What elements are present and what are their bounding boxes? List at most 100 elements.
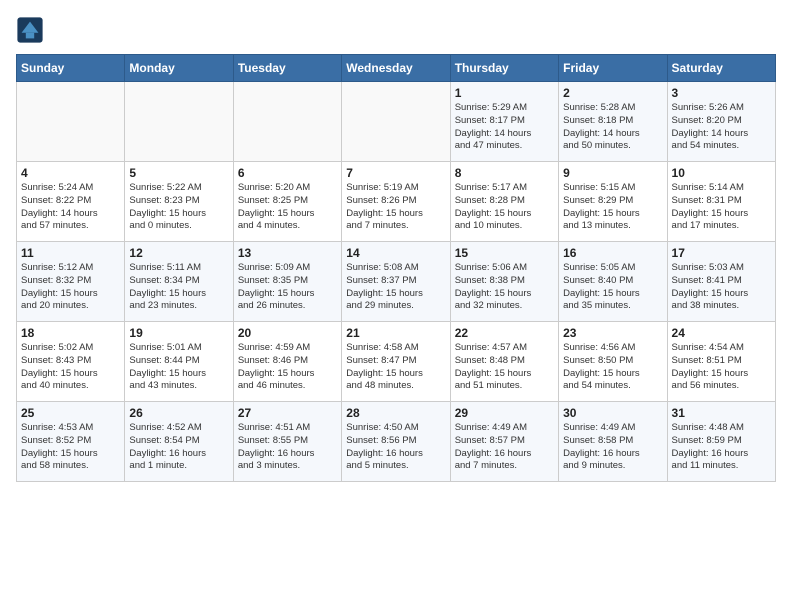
day-info: Sunrise: 5:11 AM Sunset: 8:34 PM Dayligh…	[129, 262, 228, 313]
weekday-header: Wednesday	[342, 55, 450, 82]
day-info: Sunrise: 5:19 AM Sunset: 8:26 PM Dayligh…	[346, 182, 445, 233]
day-info: Sunrise: 5:20 AM Sunset: 8:25 PM Dayligh…	[238, 182, 337, 233]
calendar-week: 25 Sunrise: 4:53 AM Sunset: 8:52 PM Dayli…	[17, 402, 776, 482]
calendar-cell: 28 Sunrise: 4:50 AM Sunset: 8:56 PM Dayli…	[342, 402, 450, 482]
day-number: 5	[129, 166, 228, 180]
day-info: Sunrise: 4:57 AM Sunset: 8:48 PM Dayligh…	[455, 342, 554, 393]
calendar-table: SundayMondayTuesdayWednesdayThursdayFrid…	[16, 54, 776, 482]
calendar-cell: 27Sunrise: 4:51 AM Sunset: 8:55 PM Dayli…	[233, 402, 341, 482]
day-info: Sunrise: 4:59 AM Sunset: 8:46 PM Dayligh…	[238, 342, 337, 393]
day-info: Sunrise: 5:08 AM Sunset: 8:37 PM Dayligh…	[346, 262, 445, 313]
day-number: 12	[129, 246, 228, 260]
calendar-cell	[125, 82, 233, 162]
weekday-header: Thursday	[450, 55, 558, 82]
day-info: Sunrise: 5:14 AM Sunset: 8:31 PM Dayligh…	[672, 182, 771, 233]
calendar-cell	[233, 82, 341, 162]
calendar-cell: 29 Sunrise: 4:49 AM Sunset: 8:57 PM Dayli…	[450, 402, 558, 482]
day-info: Sunrise: 5:01 AM Sunset: 8:44 PM Dayligh…	[129, 342, 228, 393]
day-number: 13	[238, 246, 337, 260]
day-info: Sunrise: 5:02 AM Sunset: 8:43 PM Dayligh…	[21, 342, 120, 393]
day-info: Sunrise: 4:49 AM Sunset: 8:57 PM Dayligh…	[455, 422, 554, 473]
calendar-cell: 18 Sunrise: 5:02 AM Sunset: 8:43 PM Dayli…	[17, 322, 125, 402]
weekday-header: Friday	[559, 55, 667, 82]
day-number: 28	[346, 406, 445, 420]
calendar-cell: 11 Sunrise: 5:12 AM Sunset: 8:32 PM Dayli…	[17, 242, 125, 322]
calendar-cell	[17, 82, 125, 162]
page-header	[16, 16, 776, 44]
day-number: 11	[21, 246, 120, 260]
day-info: Sunrise: 5:06 AM Sunset: 8:38 PM Dayligh…	[455, 262, 554, 313]
day-number: 22	[455, 326, 554, 340]
calendar-cell: 31Sunrise: 4:48 AM Sunset: 8:59 PM Dayli…	[667, 402, 775, 482]
day-number: 30	[563, 406, 662, 420]
day-info: Sunrise: 5:15 AM Sunset: 8:29 PM Dayligh…	[563, 182, 662, 233]
calendar-cell: 17 Sunrise: 5:03 AM Sunset: 8:41 PM Dayli…	[667, 242, 775, 322]
calendar-body: 1 Sunrise: 5:29 AM Sunset: 8:17 PM Daylig…	[17, 82, 776, 482]
day-info: Sunrise: 5:17 AM Sunset: 8:28 PM Dayligh…	[455, 182, 554, 233]
calendar-cell: 16Sunrise: 5:05 AM Sunset: 8:40 PM Dayli…	[559, 242, 667, 322]
day-info: Sunrise: 4:49 AM Sunset: 8:58 PM Dayligh…	[563, 422, 662, 473]
day-number: 21	[346, 326, 445, 340]
calendar-cell: 19Sunrise: 5:01 AM Sunset: 8:44 PM Dayli…	[125, 322, 233, 402]
calendar-cell: 4 Sunrise: 5:24 AM Sunset: 8:22 PM Daylig…	[17, 162, 125, 242]
day-number: 14	[346, 246, 445, 260]
day-info: Sunrise: 4:50 AM Sunset: 8:56 PM Dayligh…	[346, 422, 445, 473]
day-info: Sunrise: 4:53 AM Sunset: 8:52 PM Dayligh…	[21, 422, 120, 473]
calendar-cell: 3 Sunrise: 5:26 AM Sunset: 8:20 PM Daylig…	[667, 82, 775, 162]
day-info: Sunrise: 5:22 AM Sunset: 8:23 PM Dayligh…	[129, 182, 228, 233]
calendar-week: 4 Sunrise: 5:24 AM Sunset: 8:22 PM Daylig…	[17, 162, 776, 242]
calendar-cell: 30 Sunrise: 4:49 AM Sunset: 8:58 PM Dayli…	[559, 402, 667, 482]
calendar-cell: 1 Sunrise: 5:29 AM Sunset: 8:17 PM Daylig…	[450, 82, 558, 162]
day-number: 10	[672, 166, 771, 180]
day-number: 17	[672, 246, 771, 260]
day-number: 9	[563, 166, 662, 180]
logo-icon	[16, 16, 44, 44]
day-number: 4	[21, 166, 120, 180]
weekday-header: Monday	[125, 55, 233, 82]
calendar-cell: 20 Sunrise: 4:59 AM Sunset: 8:46 PM Dayli…	[233, 322, 341, 402]
calendar-week: 18 Sunrise: 5:02 AM Sunset: 8:43 PM Dayli…	[17, 322, 776, 402]
day-info: Sunrise: 5:26 AM Sunset: 8:20 PM Dayligh…	[672, 102, 771, 153]
day-number: 1	[455, 86, 554, 100]
day-number: 18	[21, 326, 120, 340]
calendar-cell: 21Sunrise: 4:58 AM Sunset: 8:47 PM Dayli…	[342, 322, 450, 402]
day-number: 31	[672, 406, 771, 420]
calendar-cell: 14 Sunrise: 5:08 AM Sunset: 8:37 PM Dayli…	[342, 242, 450, 322]
day-info: Sunrise: 5:28 AM Sunset: 8:18 PM Dayligh…	[563, 102, 662, 153]
weekday-header: Saturday	[667, 55, 775, 82]
calendar-cell: 7Sunrise: 5:19 AM Sunset: 8:26 PM Daylig…	[342, 162, 450, 242]
day-number: 26	[129, 406, 228, 420]
calendar-cell: 13 Sunrise: 5:09 AM Sunset: 8:35 PM Dayli…	[233, 242, 341, 322]
day-number: 3	[672, 86, 771, 100]
calendar-cell: 8 Sunrise: 5:17 AM Sunset: 8:28 PM Daylig…	[450, 162, 558, 242]
calendar-cell: 9 Sunrise: 5:15 AM Sunset: 8:29 PM Daylig…	[559, 162, 667, 242]
day-info: Sunrise: 5:12 AM Sunset: 8:32 PM Dayligh…	[21, 262, 120, 313]
calendar-week: 1 Sunrise: 5:29 AM Sunset: 8:17 PM Daylig…	[17, 82, 776, 162]
day-number: 29	[455, 406, 554, 420]
day-info: Sunrise: 4:56 AM Sunset: 8:50 PM Dayligh…	[563, 342, 662, 393]
calendar-cell: 6 Sunrise: 5:20 AM Sunset: 8:25 PM Daylig…	[233, 162, 341, 242]
day-number: 27	[238, 406, 337, 420]
calendar-week: 11 Sunrise: 5:12 AM Sunset: 8:32 PM Dayli…	[17, 242, 776, 322]
day-number: 15	[455, 246, 554, 260]
calendar-cell: 26 Sunrise: 4:52 AM Sunset: 8:54 PM Dayli…	[125, 402, 233, 482]
calendar-cell: 22 Sunrise: 4:57 AM Sunset: 8:48 PM Dayli…	[450, 322, 558, 402]
day-number: 24	[672, 326, 771, 340]
calendar-cell: 15 Sunrise: 5:06 AM Sunset: 8:38 PM Dayli…	[450, 242, 558, 322]
day-number: 6	[238, 166, 337, 180]
day-number: 20	[238, 326, 337, 340]
calendar-cell: 23Sunrise: 4:56 AM Sunset: 8:50 PM Dayli…	[559, 322, 667, 402]
calendar-cell	[342, 82, 450, 162]
calendar-cell: 2Sunrise: 5:28 AM Sunset: 8:18 PM Daylig…	[559, 82, 667, 162]
calendar-header: SundayMondayTuesdayWednesdayThursdayFrid…	[17, 55, 776, 82]
day-number: 8	[455, 166, 554, 180]
day-info: Sunrise: 5:24 AM Sunset: 8:22 PM Dayligh…	[21, 182, 120, 233]
logo	[16, 16, 48, 44]
day-info: Sunrise: 4:52 AM Sunset: 8:54 PM Dayligh…	[129, 422, 228, 473]
day-number: 25	[21, 406, 120, 420]
day-info: Sunrise: 5:09 AM Sunset: 8:35 PM Dayligh…	[238, 262, 337, 313]
calendar-cell: 25 Sunrise: 4:53 AM Sunset: 8:52 PM Dayli…	[17, 402, 125, 482]
day-info: Sunrise: 5:03 AM Sunset: 8:41 PM Dayligh…	[672, 262, 771, 313]
day-number: 16	[563, 246, 662, 260]
day-info: Sunrise: 5:29 AM Sunset: 8:17 PM Dayligh…	[455, 102, 554, 153]
